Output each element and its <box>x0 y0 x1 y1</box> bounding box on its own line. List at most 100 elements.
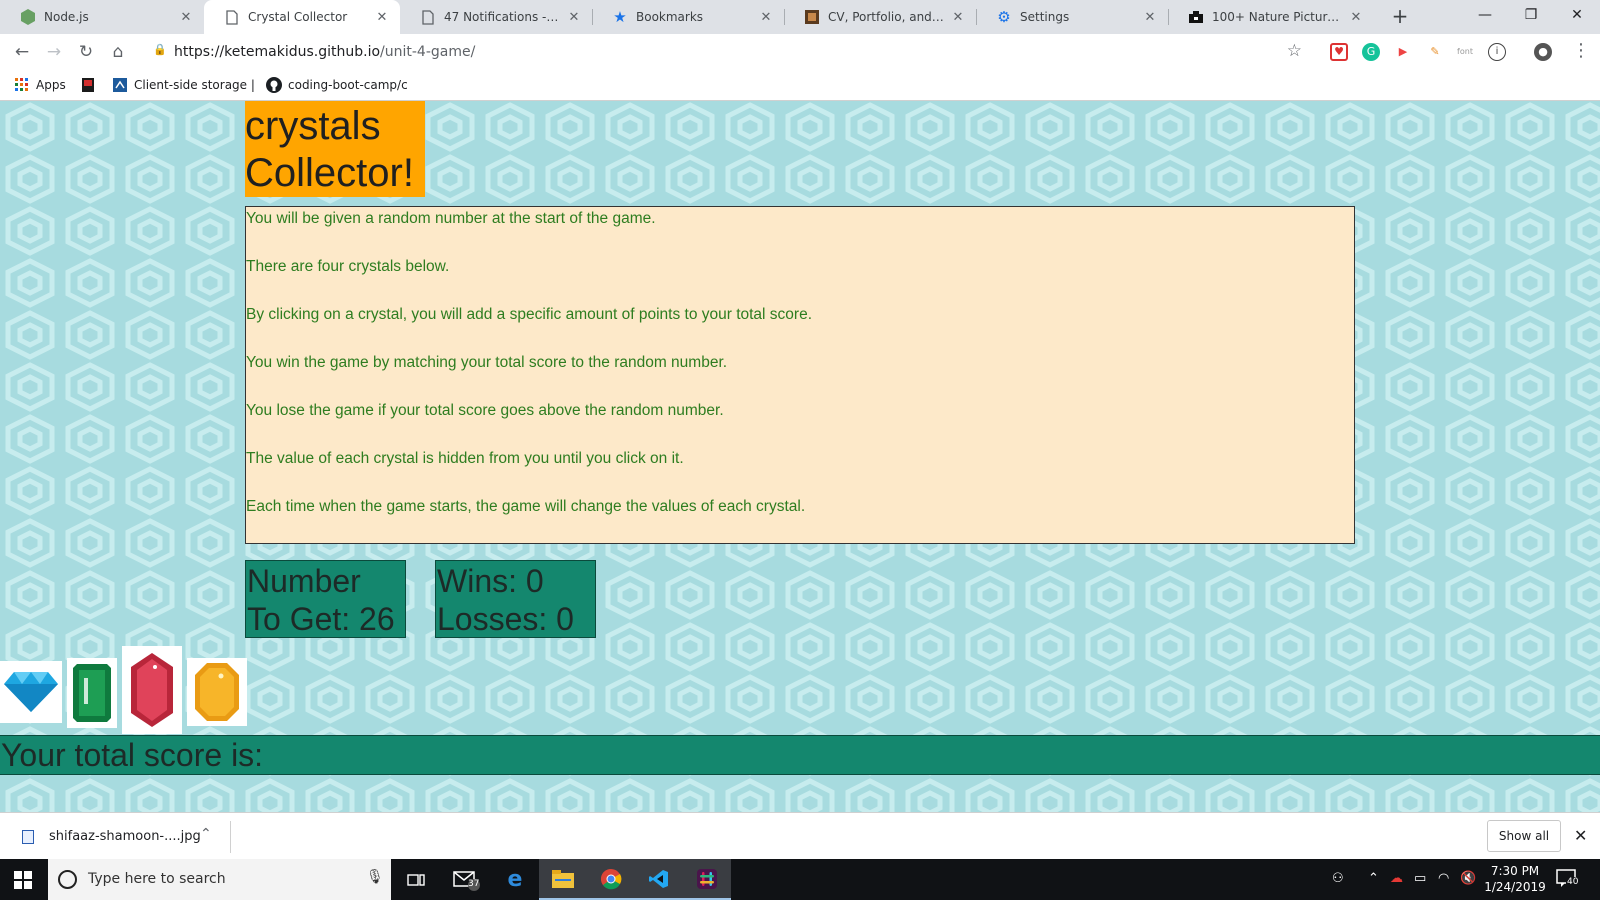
red-ruby-crystal[interactable] <box>122 646 182 734</box>
video-extension-icon[interactable]: ▶ <box>1394 43 1412 61</box>
tab-nature-pictures[interactable]: 100+ Nature Pictures | D ✕ <box>1168 0 1374 34</box>
system-clock[interactable]: 7:30 PM 1/24/2019 <box>1480 863 1550 895</box>
camera-icon <box>1188 9 1204 25</box>
chevron-up-icon[interactable]: ⌃ <box>200 826 212 842</box>
yellow-topaz-icon <box>195 663 239 721</box>
yellow-topaz-crystal[interactable] <box>187 658 247 726</box>
instructions-panel: You will be given a random number at the… <box>245 206 1355 544</box>
tab-title: Bookmarks <box>636 10 704 24</box>
tab-settings[interactable]: ⚙ Settings ✕ <box>976 0 1168 34</box>
grammarly-extension-icon[interactable]: G <box>1362 43 1380 61</box>
action-center-icon[interactable]: 40 <box>1556 869 1580 891</box>
search-placeholder: Type here to search <box>88 871 226 887</box>
tab-crystal-collector[interactable]: Crystal Collector ✕ <box>204 0 400 34</box>
star-icon: ★ <box>613 8 627 26</box>
tab-strip: Node.js ✕ Crystal Collector ✕ 47 Notific… <box>0 0 1600 34</box>
font-extension-icon[interactable]: font <box>1456 43 1474 61</box>
page-title: crystals Collector! <box>245 101 425 197</box>
lock-icon: 🔒 <box>153 43 167 56</box>
instruction-line: You lose the game if your total score go… <box>246 402 724 419</box>
home-button[interactable]: ⌂ <box>106 40 130 64</box>
green-emerald-crystal[interactable] <box>67 658 117 728</box>
browser-menu-icon[interactable]: ⋮ <box>1572 41 1590 61</box>
download-item[interactable]: shifaaz-shamoon-....jpg <box>49 829 201 844</box>
bookmark-star-icon[interactable]: ☆ <box>1287 41 1302 61</box>
edge-browser-icon[interactable]: e <box>491 859 539 900</box>
slack-icon[interactable] <box>683 859 731 900</box>
onedrive-icon[interactable]: ☁ <box>1390 871 1403 886</box>
tab-title: Crystal Collector <box>248 10 348 24</box>
tab-bookmarks[interactable]: ★ Bookmarks ✕ <box>592 0 784 34</box>
instruction-line: By clicking on a crystal, you will add a… <box>246 306 813 323</box>
instruction-line: There are four crystals below. <box>246 258 450 275</box>
reload-button[interactable]: ↻ <box>74 40 98 64</box>
cortana-icon <box>58 870 77 889</box>
instruction-line: You win the game by matching your total … <box>246 354 728 371</box>
bookmark-label: Apps <box>36 78 66 92</box>
tab-title: CV, Portfolio, and Resum <box>828 10 944 24</box>
tab-notifications[interactable]: 47 Notifications - Wall | E ✕ <box>400 0 592 34</box>
minimize-button[interactable]: — <box>1462 0 1508 32</box>
close-tab-icon[interactable]: ✕ <box>1348 10 1364 25</box>
people-icon[interactable]: ⚇ <box>1332 871 1344 886</box>
close-tab-icon[interactable]: ✕ <box>950 10 966 25</box>
tab-title: Settings <box>1020 10 1070 24</box>
taskbar-search-box[interactable]: Type here to search 🎙 <box>48 859 391 900</box>
show-hidden-icons-chevron[interactable]: ⌃ <box>1368 871 1379 886</box>
browser-toolbar: ← → ↻ ⌂ 🔒 https://ketemakidus.github.io/… <box>0 34 1600 70</box>
losses-counter: Losses: 0 <box>437 601 574 637</box>
apps-grid-icon <box>14 77 30 93</box>
microphone-icon[interactable]: 🎙 <box>366 869 384 885</box>
url-text[interactable]: https://ketemakidus.github.io/unit-4-gam… <box>174 44 475 60</box>
mail-app-icon[interactable]: 37 <box>443 859 491 900</box>
tab-portfolio[interactable]: CV, Portfolio, and Resum ✕ <box>784 0 976 34</box>
close-tab-icon[interactable]: ✕ <box>758 10 774 25</box>
tab-title: 47 Notifications - Wall | E <box>444 10 560 24</box>
number-to-get-line-1: Number <box>247 563 361 599</box>
image-file-icon <box>22 830 34 844</box>
tab-title: Node.js <box>44 10 89 24</box>
notification-count-badge: 40 <box>1566 877 1580 887</box>
close-tab-icon[interactable]: ✕ <box>374 10 390 25</box>
bookmark-apps[interactable]: Apps <box>14 76 66 94</box>
page-viewport: crystals Collector! You will be given a … <box>0 101 1600 812</box>
key-extension-icon[interactable]: ✎ <box>1426 43 1444 61</box>
download-shelf: shifaaz-shamoon-....jpg ⌃ Show all ✕ <box>0 812 1600 859</box>
close-tab-icon[interactable]: ✕ <box>566 10 582 25</box>
new-tab-button[interactable]: + <box>1388 5 1412 29</box>
gear-icon: ⚙ <box>997 8 1011 26</box>
close-window-button[interactable]: ✕ <box>1554 0 1600 32</box>
bookmark-label: coding-boot-camp/c <box>288 78 408 92</box>
close-icon[interactable]: ✕ <box>1574 826 1587 845</box>
wifi-icon[interactable]: ◠ <box>1438 871 1449 886</box>
task-view-icon[interactable] <box>392 859 440 900</box>
total-score-bar: Your total score is: <box>0 735 1600 775</box>
bookmark-client-side-storage[interactable]: Client-side storage | <box>112 76 255 94</box>
address-bar[interactable]: 🔒 https://ketemakidus.github.io/unit-4-g… <box>140 38 1312 66</box>
file-explorer-icon[interactable] <box>539 859 587 900</box>
bookmark-red[interactable] <box>80 76 102 94</box>
chrome-browser-icon[interactable] <box>587 859 635 900</box>
tab-title: 100+ Nature Pictures | D <box>1212 10 1342 24</box>
tab-nodejs[interactable]: Node.js ✕ <box>0 0 204 34</box>
show-all-button[interactable]: Show all <box>1487 820 1561 852</box>
volume-muted-icon[interactable]: 🔇 <box>1460 871 1476 886</box>
bookmark-coding-boot-camp[interactable]: coding-boot-camp/c <box>266 76 408 94</box>
close-tab-icon[interactable]: ✕ <box>1142 10 1158 25</box>
wins-losses-box: Wins: 0 Losses: 0 <box>435 560 596 638</box>
green-emerald-icon <box>73 664 111 722</box>
battery-icon[interactable]: ▭ <box>1414 871 1426 886</box>
close-tab-icon[interactable]: ✕ <box>178 10 194 25</box>
info-extension-icon[interactable]: i <box>1488 43 1506 61</box>
number-to-get-box: Number To Get: 26 <box>245 560 406 638</box>
vscode-icon[interactable] <box>635 859 683 900</box>
profile-avatar[interactable]: ● <box>1534 43 1552 61</box>
pocket-extension-icon[interactable]: ♥ <box>1330 43 1348 61</box>
back-button[interactable]: ← <box>10 40 34 64</box>
windows-start-icon[interactable] <box>14 871 32 889</box>
title-line-1: crystals <box>245 104 381 148</box>
blue-diamond-crystal[interactable] <box>0 661 62 723</box>
mdn-icon <box>112 77 128 93</box>
forward-button[interactable]: → <box>42 40 66 64</box>
restore-button[interactable]: ❐ <box>1508 0 1554 32</box>
